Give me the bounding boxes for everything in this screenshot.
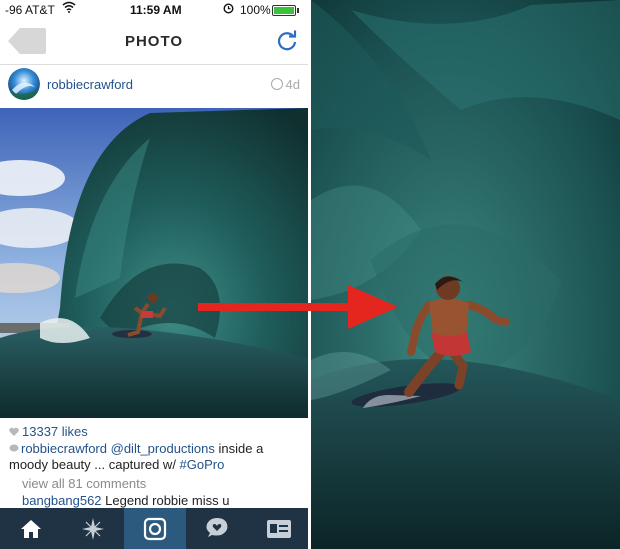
instagram-screen: -96 AT&T 11:59 AM 100% PHOTO robbiecrawf…	[0, 0, 308, 549]
profile-icon	[267, 519, 291, 538]
activity-icon	[206, 517, 228, 537]
tab-activity[interactable]	[186, 508, 248, 549]
likes-text: 13337 likes	[22, 424, 88, 439]
comment-item: bangbang562 Legend robbie miss u	[22, 493, 229, 508]
view-all-comments-link[interactable]: view all 81 comments	[22, 476, 146, 491]
comment-text: Legend robbie miss u	[101, 493, 230, 508]
zoomed-photo	[311, 0, 620, 549]
clock-time: 11:59 AM	[130, 3, 182, 17]
nav-bar: PHOTO	[0, 20, 308, 65]
likes-count[interactable]: 13337 likes	[9, 424, 88, 439]
clock-icon	[270, 78, 283, 90]
tab-explore[interactable]	[62, 508, 124, 549]
tab-camera[interactable]	[124, 508, 186, 549]
tab-home[interactable]	[0, 508, 62, 549]
post-username[interactable]: robbiecrawford	[47, 77, 133, 92]
explore-icon	[82, 517, 104, 540]
avatar[interactable]	[8, 68, 40, 100]
wifi-icon	[62, 1, 76, 16]
battery-percent: 100%	[240, 3, 271, 17]
camera-icon	[143, 517, 167, 540]
post-age-text: 4d	[285, 77, 300, 92]
tab-profile[interactable]	[248, 508, 308, 549]
post-caption: robbiecrawford @dilt_productions inside …	[9, 441, 301, 473]
red-arrow-icon	[198, 281, 398, 338]
tab-bar	[0, 508, 308, 549]
alarm-icon	[223, 2, 234, 17]
post-photo[interactable]	[0, 108, 308, 418]
page-title: PHOTO	[124, 33, 184, 50]
refresh-button[interactable]	[274, 28, 300, 54]
caption-mention[interactable]: @dilt_productions	[111, 441, 215, 456]
home-icon	[21, 519, 41, 538]
comment-username[interactable]: bangbang562	[22, 493, 102, 508]
caption-username[interactable]: robbiecrawford	[21, 441, 107, 456]
carrier-label: -96 AT&T	[5, 3, 55, 17]
refresh-icon	[277, 30, 297, 51]
battery-icon	[272, 5, 299, 16]
post-header: robbiecrawford 4d	[0, 65, 308, 107]
status-bar: -96 AT&T 11:59 AM 100%	[0, 0, 308, 20]
post-age: 4d	[270, 77, 300, 92]
caption-hashtag[interactable]: #GoPro	[180, 457, 225, 472]
